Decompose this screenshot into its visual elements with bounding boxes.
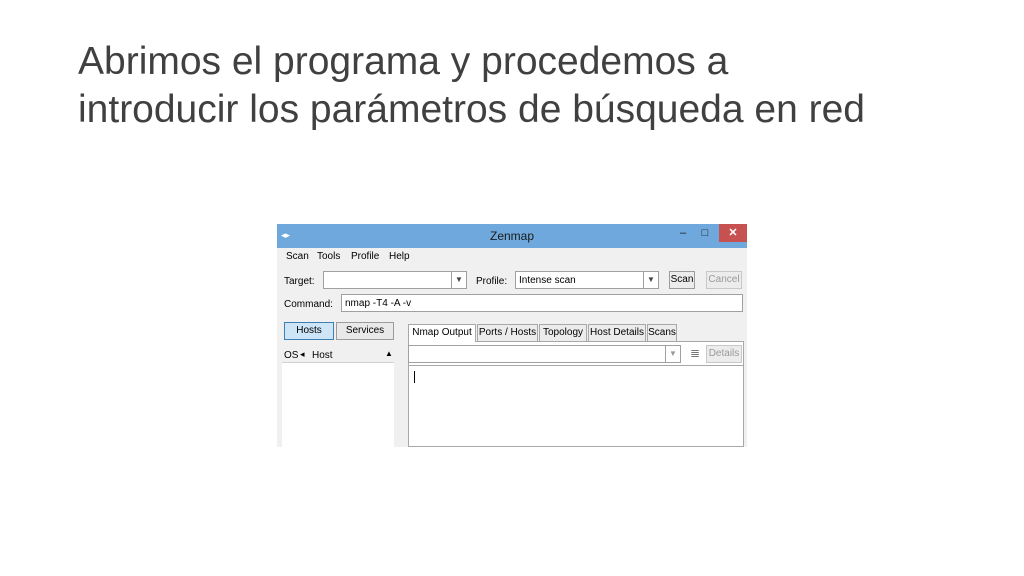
scan-button[interactable]: Scan: [669, 271, 695, 289]
menu-scan[interactable]: Scan: [286, 251, 309, 262]
hosts-button[interactable]: Hosts: [284, 322, 334, 340]
slide-title: Abrimos el programa y procedemos a intro…: [78, 38, 998, 134]
tab-ports-hosts[interactable]: Ports / Hosts: [477, 324, 538, 341]
slide-title-line-2: introducir los parámetros de búsqueda en…: [78, 88, 865, 131]
filter-icon[interactable]: ≣: [690, 346, 700, 360]
profile-combobox[interactable]: Intense scan ▼: [515, 271, 659, 289]
sort-left-icon[interactable]: ◂: [300, 349, 305, 360]
tab-topology[interactable]: Topology: [539, 324, 587, 341]
tab-nmap-output[interactable]: Nmap Output: [408, 324, 476, 342]
host-list[interactable]: [282, 362, 394, 447]
tab-host-details[interactable]: Host Details: [588, 324, 646, 341]
target-combobox[interactable]: ▼: [323, 271, 467, 289]
command-label: Command:: [284, 299, 333, 310]
details-button[interactable]: Details: [706, 345, 742, 363]
tab-scans[interactable]: Scans: [647, 324, 677, 341]
cancel-button[interactable]: Cancel: [706, 271, 742, 289]
close-button[interactable]: ✕: [719, 224, 747, 242]
command-input[interactable]: nmap -T4 -A -v: [341, 294, 743, 312]
services-button[interactable]: Services: [336, 322, 394, 340]
command-value: nmap -T4 -A -v: [345, 298, 412, 309]
output-host-selector[interactable]: ▼: [408, 345, 681, 363]
slide-title-line-1: Abrimos el programa y procedemos a: [78, 40, 729, 83]
menu-profile[interactable]: Profile: [351, 251, 379, 262]
zenmap-window: ◂▸ Zenmap – □ ✕ Scan Tools Profile Help …: [277, 224, 747, 447]
menu-help[interactable]: Help: [389, 251, 410, 262]
menu-tools[interactable]: Tools: [317, 251, 340, 262]
menu-bar: Scan Tools Profile Help: [277, 250, 747, 266]
chevron-down-icon[interactable]: ▼: [643, 272, 658, 288]
minimize-button[interactable]: –: [673, 224, 693, 242]
chevron-down-icon[interactable]: ▼: [665, 346, 680, 362]
profile-value: Intense scan: [519, 275, 576, 286]
column-host[interactable]: Host: [312, 350, 333, 361]
maximize-button[interactable]: □: [695, 224, 715, 242]
title-bar[interactable]: ◂▸ Zenmap – □ ✕: [277, 224, 747, 248]
target-label: Target:: [284, 276, 315, 287]
host-list-header: OS ◂ Host ▲: [282, 348, 394, 362]
column-os[interactable]: OS: [284, 350, 298, 361]
nmap-output-area[interactable]: [408, 365, 744, 447]
text-cursor: [414, 371, 415, 383]
profile-label: Profile:: [476, 276, 508, 287]
chevron-down-icon[interactable]: ▼: [451, 272, 466, 288]
sort-ascending-icon[interactable]: ▲: [385, 349, 393, 358]
